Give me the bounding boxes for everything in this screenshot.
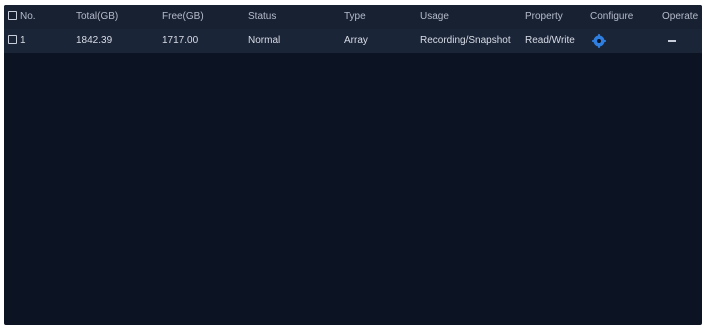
cell-free: 1717.00 xyxy=(162,35,199,46)
row-select-checkbox[interactable] xyxy=(8,35,17,44)
column-header-status[interactable]: Status xyxy=(248,5,276,29)
column-header-total[interactable]: Total(GB) xyxy=(76,5,118,29)
table-row[interactable]: 1 1842.39 1717.00 Normal Array Recording… xyxy=(4,29,702,53)
cell-no: 1 xyxy=(20,35,26,46)
column-header-operate[interactable]: Operate xyxy=(662,5,698,29)
table-header: No. Total(GB) Free(GB) Status Type Usage… xyxy=(4,5,702,29)
cell-property: Read/Write xyxy=(525,35,575,46)
disk-table-panel: No. Total(GB) Free(GB) Status Type Usage… xyxy=(4,5,702,325)
column-header-configure[interactable]: Configure xyxy=(590,5,633,29)
column-header-property[interactable]: Property xyxy=(525,5,563,29)
column-header-no[interactable]: No. xyxy=(20,5,36,29)
cell-total: 1842.39 xyxy=(76,35,113,46)
operate-dash[interactable] xyxy=(668,40,676,42)
column-header-usage[interactable]: Usage xyxy=(420,5,449,29)
select-all-checkbox[interactable] xyxy=(8,11,17,20)
cell-status: Normal xyxy=(248,35,281,46)
column-header-type[interactable]: Type xyxy=(344,5,366,29)
cell-usage: Recording/Snapshot xyxy=(420,35,511,46)
cell-type: Array xyxy=(344,35,368,46)
gear-icon[interactable] xyxy=(592,34,606,48)
column-header-free[interactable]: Free(GB) xyxy=(162,5,204,29)
